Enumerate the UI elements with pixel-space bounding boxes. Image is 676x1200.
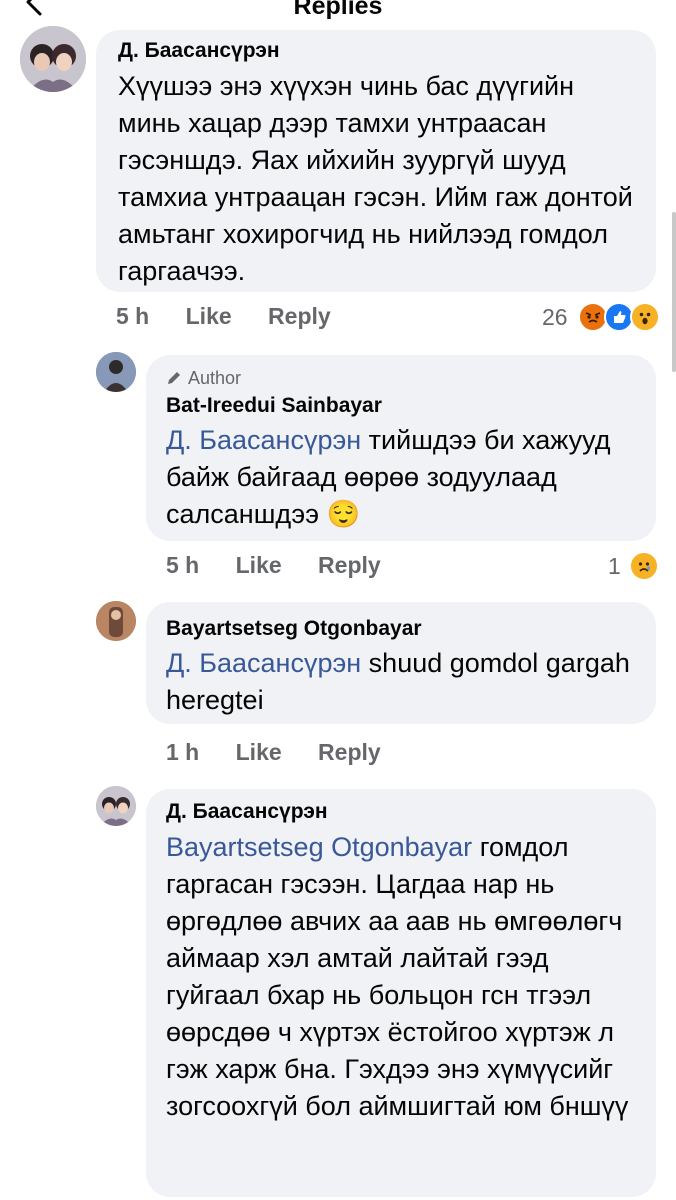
comment-time[interactable]: 5 h	[166, 552, 199, 579]
comment-bubble: Д. Баасансүрэн Bayartsetseg Otgonbayar г…	[146, 789, 656, 1197]
emoji: 😌	[326, 499, 361, 529]
comment-author[interactable]: Bat-Ireedui Sainbayar	[166, 393, 636, 419]
comment-author[interactable]: Д. Баасансүрэн	[166, 799, 636, 825]
page-title: Replies	[293, 0, 383, 20]
comment-author[interactable]: Bayartsetseg Otgonbayar	[166, 616, 636, 642]
avatar[interactable]	[96, 352, 136, 392]
like-button[interactable]: Like	[186, 303, 232, 330]
author-badge-label: Author	[188, 368, 242, 388]
reply-button[interactable]: Reply	[268, 303, 331, 330]
mention-link[interactable]: Д. Баасансүрэн	[166, 425, 361, 455]
reply-button[interactable]: Reply	[318, 552, 381, 579]
scrollbar[interactable]	[672, 212, 676, 372]
comment-bubble: Author Bat-Ireedui Sainbayar Д. Баасансү…	[146, 355, 656, 541]
comment-actions: 1 h Like Reply	[166, 739, 381, 766]
wow-reaction-icon	[629, 302, 660, 332]
author-badge: Author	[166, 367, 636, 389]
comment-body: гомдол гаргасан гэсээн. Цагдаа нар нь өр…	[166, 832, 629, 1121]
comment-text: Д. Баасансүрэн shuud gomdol gargah hereg…	[166, 645, 636, 719]
reaction-summary[interactable]: 26	[542, 302, 660, 332]
reaction-summary[interactable]: 1	[608, 551, 659, 581]
reply-button[interactable]: Reply	[318, 739, 381, 766]
like-button[interactable]: Like	[236, 552, 282, 579]
avatar[interactable]	[96, 601, 136, 641]
comment-time[interactable]: 5 h	[116, 303, 149, 330]
header-bar: Replies	[0, 0, 676, 30]
mention-link[interactable]: Bayartsetseg Otgonbayar	[166, 832, 472, 862]
reaction-count: 1	[608, 552, 621, 579]
comment-bubble: Bayartsetseg Otgonbayar Д. Баасансүрэн s…	[146, 602, 656, 724]
comment-author[interactable]: Д. Баасансүрэн	[118, 38, 636, 64]
mention-link[interactable]: Д. Баасансүрэн	[166, 648, 361, 678]
comment-text: Хүүшээ энэ хүүхэн чинь бас дүүгийн минь …	[118, 71, 633, 286]
reaction-count: 26	[542, 303, 568, 330]
avatar[interactable]	[20, 26, 86, 92]
comment-actions: 5 h Like Reply	[166, 552, 381, 579]
comment-text: Д. Баасансүрэн тийшдээ би хажууд байж ба…	[166, 422, 636, 533]
comment-text: Bayartsetseg Otgonbayar гомдол гаргасан …	[166, 829, 636, 1125]
sad-reaction-icon	[628, 551, 659, 581]
pencil-icon	[168, 372, 180, 384]
avatar[interactable]	[96, 786, 136, 826]
comment-actions: 5 h Like Reply	[116, 303, 331, 330]
comment-bubble: Д. Баасансүрэн Хүүшээ энэ хүүхэн чинь ба…	[96, 30, 656, 292]
like-button[interactable]: Like	[236, 739, 282, 766]
comment-time[interactable]: 1 h	[166, 739, 199, 766]
